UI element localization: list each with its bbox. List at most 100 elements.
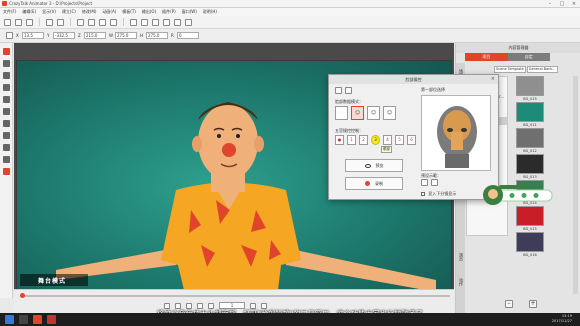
feature-control-button[interactable]: 2 xyxy=(359,135,368,145)
face-tool-icon[interactable] xyxy=(3,84,10,91)
move-tool-icon[interactable] xyxy=(88,18,95,26)
rotation-input[interactable]: 0 xyxy=(177,32,199,39)
z-input[interactable]: 215.0 xyxy=(84,32,106,39)
face-mode-button-selected[interactable]: ☺ xyxy=(351,106,364,120)
background-thumbnail[interactable] xyxy=(516,128,544,148)
menu-export[interactable]: 输出(O) xyxy=(139,9,159,15)
start-icon[interactable] xyxy=(5,315,14,324)
breadcrumb-scene-template[interactable]: Scene Template xyxy=(494,66,526,73)
open-project-icon[interactable] xyxy=(15,18,22,26)
prop-tool-icon[interactable] xyxy=(3,120,10,127)
background-thumbnail[interactable] xyxy=(516,232,544,252)
feature-control-button[interactable]: 6 xyxy=(407,135,416,145)
menu-plugins[interactable]: 插件(P) xyxy=(159,9,179,15)
face-preview[interactable] xyxy=(421,95,491,171)
render-icon[interactable] xyxy=(141,18,148,26)
record-button[interactable]: 录制 xyxy=(345,177,403,190)
window-title: CrazyTalk Animator 3 - D:\Projects\Proje… xyxy=(9,1,93,6)
height-input[interactable]: 275.0 xyxy=(146,32,168,39)
menu-animation[interactable]: 动画(A) xyxy=(99,9,119,15)
first-frame-icon[interactable] xyxy=(164,302,170,309)
preview-button[interactable]: 预览 xyxy=(345,159,403,172)
composer-icon[interactable] xyxy=(185,18,192,26)
tab-project[interactable]: 项目 xyxy=(465,53,508,61)
close-button[interactable]: × xyxy=(568,1,580,7)
preset-icon[interactable] xyxy=(421,179,428,186)
tab-custom[interactable]: 自定 xyxy=(507,53,550,61)
title-bar: CrazyTalk Animator 3 - D:\Projects\Proje… xyxy=(0,0,580,8)
feature-control-button[interactable]: 1 xyxy=(347,135,356,145)
background-thumbnail[interactable] xyxy=(516,154,544,174)
actor-tool-icon[interactable] xyxy=(3,48,10,55)
background-thumbnail[interactable] xyxy=(516,76,544,96)
loop-icon[interactable] xyxy=(250,302,256,309)
menu-modify[interactable]: 修改(M) xyxy=(79,9,100,15)
y-field: Y -332.5 xyxy=(47,32,75,39)
storyboard-checkbox[interactable] xyxy=(421,192,425,196)
menu-help[interactable]: 说明(H) xyxy=(200,9,220,15)
bone-tool-icon[interactable] xyxy=(3,108,10,115)
remove-item-button[interactable]: – xyxy=(505,300,513,308)
content-scrollbar[interactable] xyxy=(573,76,578,294)
dialog-tool-icon[interactable] xyxy=(335,87,342,94)
background-thumbnail[interactable] xyxy=(516,102,544,122)
current-frame-field[interactable]: 1 xyxy=(219,302,245,309)
grid-icon[interactable] xyxy=(163,18,170,26)
timeline-track[interactable] xyxy=(20,295,450,297)
feature-control-button[interactable]: 4 xyxy=(383,135,392,145)
menu-template[interactable]: 模板(T) xyxy=(119,9,139,15)
rotate-tool-icon[interactable] xyxy=(99,18,106,26)
save-icon[interactable] xyxy=(26,18,33,26)
face-mode-button[interactable]: ☺ xyxy=(367,106,380,120)
select-tool-icon[interactable] xyxy=(77,18,84,26)
dialog-close-icon[interactable]: × xyxy=(491,75,495,84)
taskbar-app-icon[interactable] xyxy=(19,315,28,324)
menu-file[interactable]: 文件(F) xyxy=(0,9,19,15)
recorder-taskbar-icon[interactable] xyxy=(47,315,56,324)
dialog-tool-icon[interactable] xyxy=(345,87,352,94)
menu-view[interactable]: 显示(V) xyxy=(39,9,59,15)
y-input[interactable]: -332.5 xyxy=(53,32,75,39)
feature-control-button[interactable]: 5 xyxy=(395,135,404,145)
sprite-tool-icon[interactable] xyxy=(3,96,10,103)
effect-tool-icon[interactable] xyxy=(3,132,10,139)
x-input[interactable]: 13.5 xyxy=(22,32,44,39)
stop-icon[interactable] xyxy=(197,302,203,309)
text-tool-icon[interactable] xyxy=(3,144,10,151)
undo-icon[interactable] xyxy=(46,18,53,26)
lock-icon[interactable] xyxy=(6,32,13,39)
scale-tool-icon[interactable] xyxy=(110,18,117,26)
timeline-scrubber[interactable] xyxy=(20,293,25,298)
minimize-button[interactable]: – xyxy=(544,1,556,7)
camera-icon[interactable] xyxy=(130,18,137,26)
crazytalk-taskbar-icon[interactable] xyxy=(33,315,42,324)
stage-tool-icon[interactable] xyxy=(3,168,10,175)
align-icon[interactable] xyxy=(174,18,181,26)
background-thumbnail[interactable] xyxy=(516,206,544,226)
feature-control-button[interactable]: ● xyxy=(335,135,344,145)
face-mode-button[interactable]: ☺ xyxy=(383,106,396,120)
side-tab-motion[interactable]: 动作 xyxy=(457,278,464,286)
menu-edit[interactable]: 编辑(E) xyxy=(19,9,39,15)
preset-icon[interactable] xyxy=(431,179,438,186)
volume-icon[interactable] xyxy=(261,302,267,309)
redo-icon[interactable] xyxy=(57,18,64,26)
next-frame-icon[interactable] xyxy=(208,302,214,309)
breadcrumb-general-background[interactable]: General Back... xyxy=(526,66,558,73)
camera-tool-icon[interactable] xyxy=(3,156,10,163)
puppet-tool-icon[interactable] xyxy=(3,72,10,79)
preview-icon[interactable] xyxy=(152,18,159,26)
width-input[interactable]: 275.0 xyxy=(115,32,137,39)
motion-tool-icon[interactable] xyxy=(3,60,10,67)
prev-frame-icon[interactable] xyxy=(175,302,181,309)
face-mode-button[interactable] xyxy=(335,106,348,120)
add-item-button[interactable]: + xyxy=(529,300,537,308)
maximize-button[interactable]: □ xyxy=(556,1,568,7)
play-icon[interactable] xyxy=(186,302,192,309)
feature-control-button-highlighted[interactable]: 3 xyxy=(371,135,380,145)
menu-create[interactable]: 建立(C) xyxy=(59,9,79,15)
new-project-icon[interactable] xyxy=(4,18,11,26)
side-tab-actor[interactable]: 演员 xyxy=(457,253,464,261)
menu-window[interactable]: 窗口(W) xyxy=(179,9,200,15)
storyboard-checkbox-row[interactable]: 显入下分镜显示 xyxy=(421,191,456,197)
